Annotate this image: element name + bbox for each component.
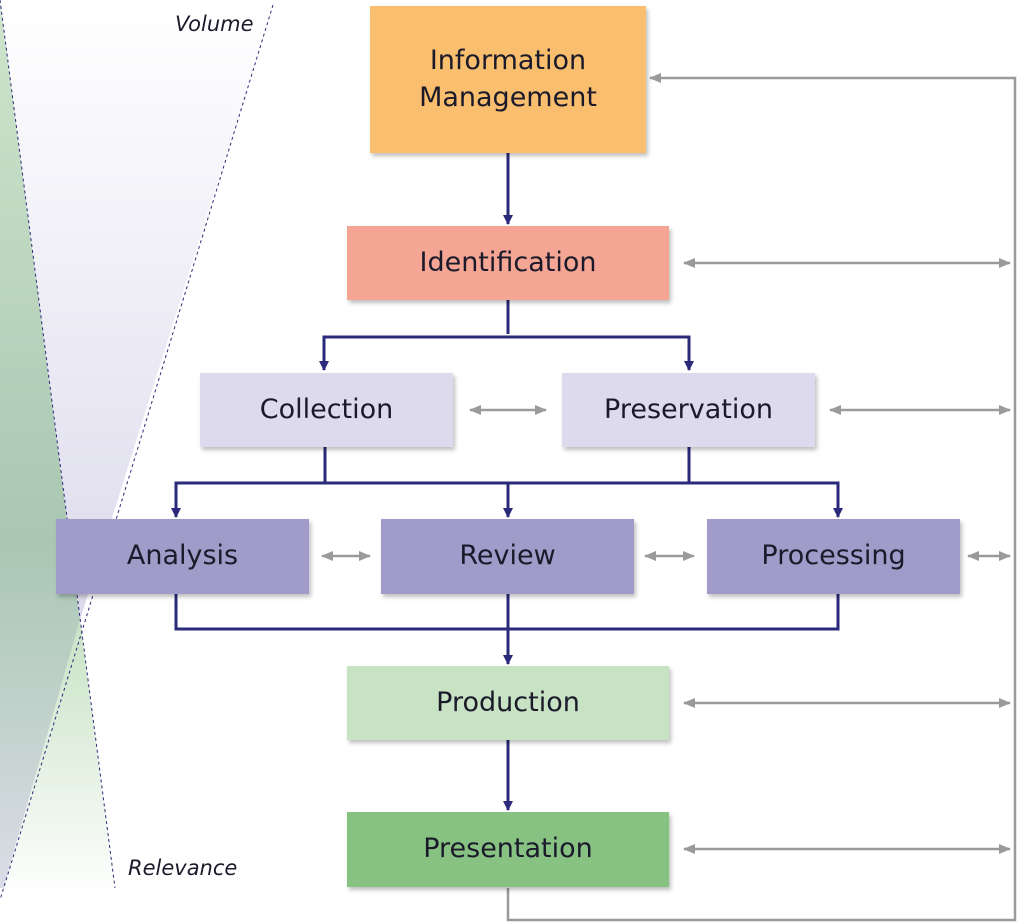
stage-analysis: Analysis	[56, 519, 309, 594]
stage-information-management: Information Management	[370, 6, 646, 153]
volume-label: Volume	[175, 12, 254, 36]
feedback-arrows	[321, 73, 1017, 922]
stage-collection: Collection	[200, 373, 453, 447]
edrm-diagram: Volume Relevance Information Management …	[0, 0, 1017, 924]
stage-preservation: Preservation	[562, 373, 815, 447]
stage-presentation: Presentation	[347, 812, 669, 887]
relevance-label: Relevance	[128, 856, 238, 880]
stage-review: Review	[381, 519, 634, 594]
stage-processing: Processing	[707, 519, 960, 594]
stage-production: Production	[347, 666, 669, 740]
stage-identification: Identification	[347, 226, 669, 300]
